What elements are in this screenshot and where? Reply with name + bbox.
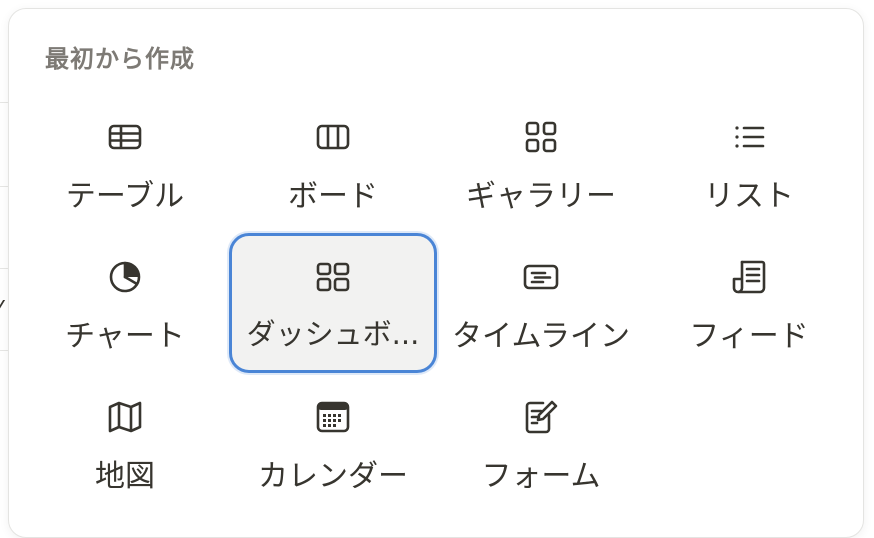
view-option-label: カレンダー — [229, 451, 437, 495]
view-option-label: ギャラリー — [437, 171, 645, 215]
section-title: 最初から作成 — [45, 39, 195, 74]
chart-icon — [105, 257, 145, 297]
view-option-feed[interactable]: フィード — [645, 233, 853, 373]
timeline-icon — [521, 257, 561, 297]
gallery-icon — [521, 117, 561, 157]
table-icon — [105, 117, 145, 157]
feed-icon — [729, 257, 769, 297]
view-option-label: フィード — [645, 311, 853, 355]
view-option-table[interactable]: テーブル — [21, 93, 229, 233]
view-option-label: フォーム — [437, 451, 645, 495]
view-option-label: テーブル — [21, 171, 229, 215]
view-option-label: タイムライン — [437, 311, 645, 355]
view-option-list[interactable]: リスト — [645, 93, 853, 233]
view-option-label: チャート — [21, 311, 229, 355]
list-icon — [729, 117, 769, 157]
form-icon — [521, 397, 561, 437]
create-view-menu: 最初から作成 テーブル ボード — [8, 8, 864, 538]
view-option-label: ダッシュボ... — [232, 311, 434, 353]
calendar-icon — [313, 397, 353, 437]
view-option-label: リスト — [645, 171, 853, 215]
view-option-form[interactable]: フォーム — [437, 373, 645, 513]
view-option-calendar[interactable]: カレンダー — [229, 373, 437, 513]
view-option-map[interactable]: 地図 — [21, 373, 229, 513]
board-icon — [313, 117, 353, 157]
view-option-timeline[interactable]: タイムライン — [437, 233, 645, 373]
view-option-label: 地図 — [21, 451, 229, 495]
view-option-board[interactable]: ボード — [229, 93, 437, 233]
view-option-chart[interactable]: チャート — [21, 233, 229, 373]
view-option-label: ボード — [229, 171, 437, 215]
dashboard-icon — [313, 257, 353, 297]
view-option-dashboard[interactable]: ダッシュボ... — [229, 233, 437, 373]
map-icon — [105, 397, 145, 437]
view-option-gallery[interactable]: ギャラリー — [437, 93, 645, 233]
